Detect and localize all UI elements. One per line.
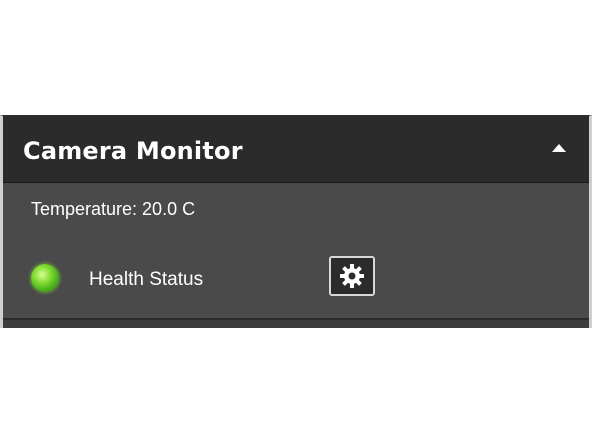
status-led-icon bbox=[31, 264, 59, 292]
temperature-readout: Temperature: 20.0 C bbox=[31, 199, 196, 219]
camera-monitor-panel: Camera Monitor Temperature: 20.0 C Healt… bbox=[0, 115, 592, 328]
gear-icon bbox=[340, 264, 364, 288]
panel-title: Camera Monitor bbox=[23, 137, 243, 165]
health-status-label: Health Status bbox=[89, 269, 204, 290]
chevron-up-icon[interactable] bbox=[552, 144, 566, 152]
panel-footer bbox=[3, 318, 589, 328]
settings-button[interactable] bbox=[329, 256, 375, 296]
panel-header[interactable]: Camera Monitor bbox=[3, 116, 589, 183]
